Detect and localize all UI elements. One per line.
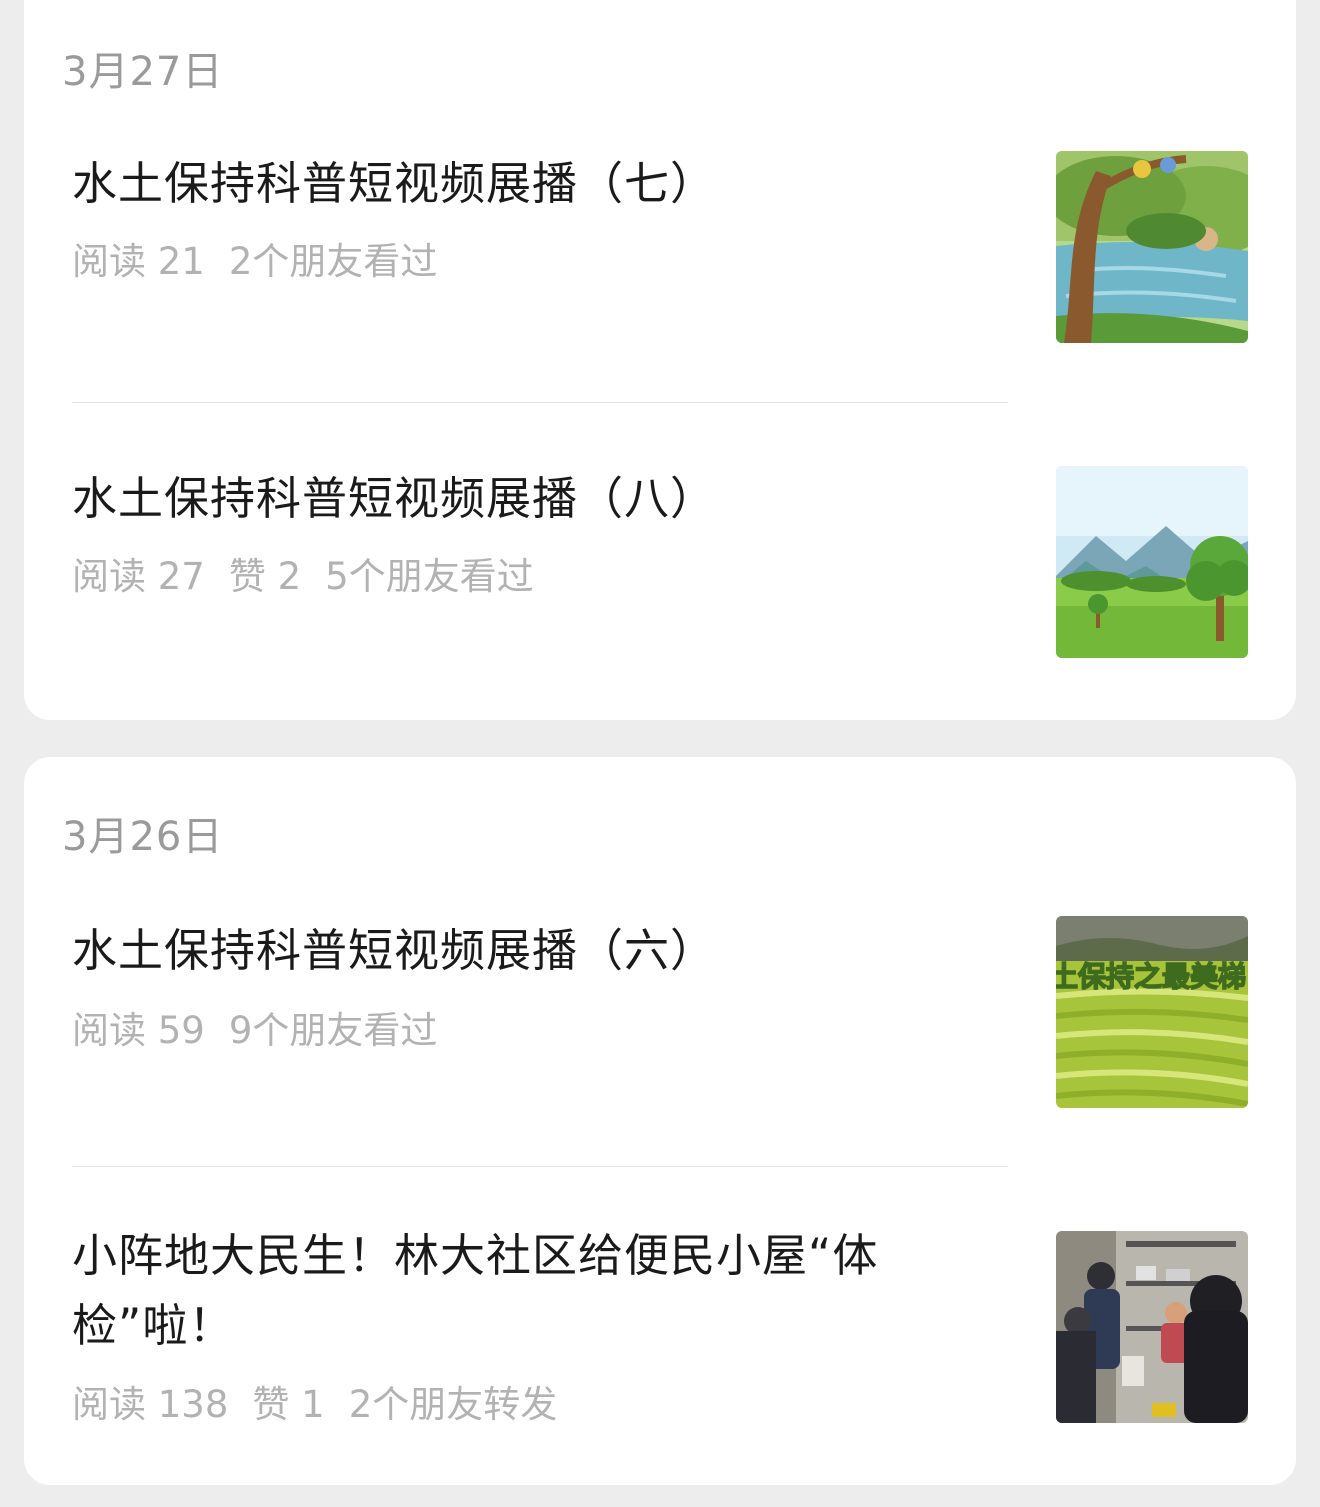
divider — [72, 1166, 1008, 1167]
article-title[interactable]: 水土保持科普短视频展播（六） — [72, 916, 992, 986]
like-count: 赞 1 — [252, 1383, 325, 1426]
thumbnail-overlay-text: 土保持之最美梯 — [1056, 960, 1246, 993]
article-title[interactable]: 水土保持科普短视频展播（七） — [72, 149, 992, 219]
date-section-card: 3月26日 水土保持科普短视频展播（六） 阅读 59 9个朋友看过 土保持之最美梯 — [24, 757, 1296, 1485]
divider — [72, 402, 1008, 403]
article-title[interactable]: 小阵地大民生！林大社区给便民小屋“体检”啦！ — [72, 1221, 992, 1361]
read-count: 阅读 138 — [72, 1383, 229, 1426]
read-count: 阅读 21 — [72, 240, 205, 283]
article-title[interactable]: 水土保持科普短视频展播（八） — [72, 464, 992, 534]
article-feed: 3月27日 水土保持科普短视频展播（七） 阅读 21 2个朋友看过 水土保持科普… — [0, 0, 1320, 1507]
article-item[interactable]: 水土保持科普短视频展播（六） 阅读 59 9个朋友看过 土保持之最美梯 — [72, 916, 1248, 1108]
community-room-photo-thumbnail[interactable] — [1056, 1231, 1248, 1423]
cartoon-mountain-meadow-thumbnail[interactable] — [1056, 466, 1248, 658]
friends-viewed: 5个朋友看过 — [325, 555, 534, 598]
read-count: 阅读 27 — [72, 555, 205, 598]
friends-viewed: 2个朋友看过 — [228, 240, 438, 283]
read-count: 阅读 59 — [72, 1009, 205, 1052]
date-section-card: 3月27日 水土保持科普短视频展播（七） 阅读 21 2个朋友看过 水土保持科普… — [24, 0, 1296, 720]
cartoon-river-tree-thumbnail[interactable] — [1056, 151, 1248, 343]
friends-shared: 2个朋友转发 — [348, 1383, 558, 1426]
article-item[interactable]: 水土保持科普短视频展播（八） 阅读 27 赞 2 5个朋友看过 — [72, 464, 1248, 658]
terraced-fields-thumbnail[interactable]: 土保持之最美梯 — [1056, 916, 1248, 1108]
article-item[interactable]: 小阵地大民生！林大社区给便民小屋“体检”啦！ 阅读 138 赞 1 2个朋友转发 — [72, 1229, 1248, 1426]
article-stats: 阅读 59 9个朋友看过 — [72, 1009, 437, 1053]
like-count: 赞 2 — [228, 555, 302, 598]
section-date: 3月26日 — [62, 814, 224, 860]
article-item[interactable]: 水土保持科普短视频展播（七） 阅读 21 2个朋友看过 — [72, 149, 1248, 343]
friends-viewed: 9个朋友看过 — [228, 1009, 438, 1052]
article-stats: 阅读 21 2个朋友看过 — [72, 240, 437, 284]
section-date: 3月27日 — [62, 49, 224, 95]
article-stats: 阅读 27 赞 2 5个朋友看过 — [72, 555, 534, 599]
article-stats: 阅读 138 赞 1 2个朋友转发 — [72, 1383, 557, 1427]
